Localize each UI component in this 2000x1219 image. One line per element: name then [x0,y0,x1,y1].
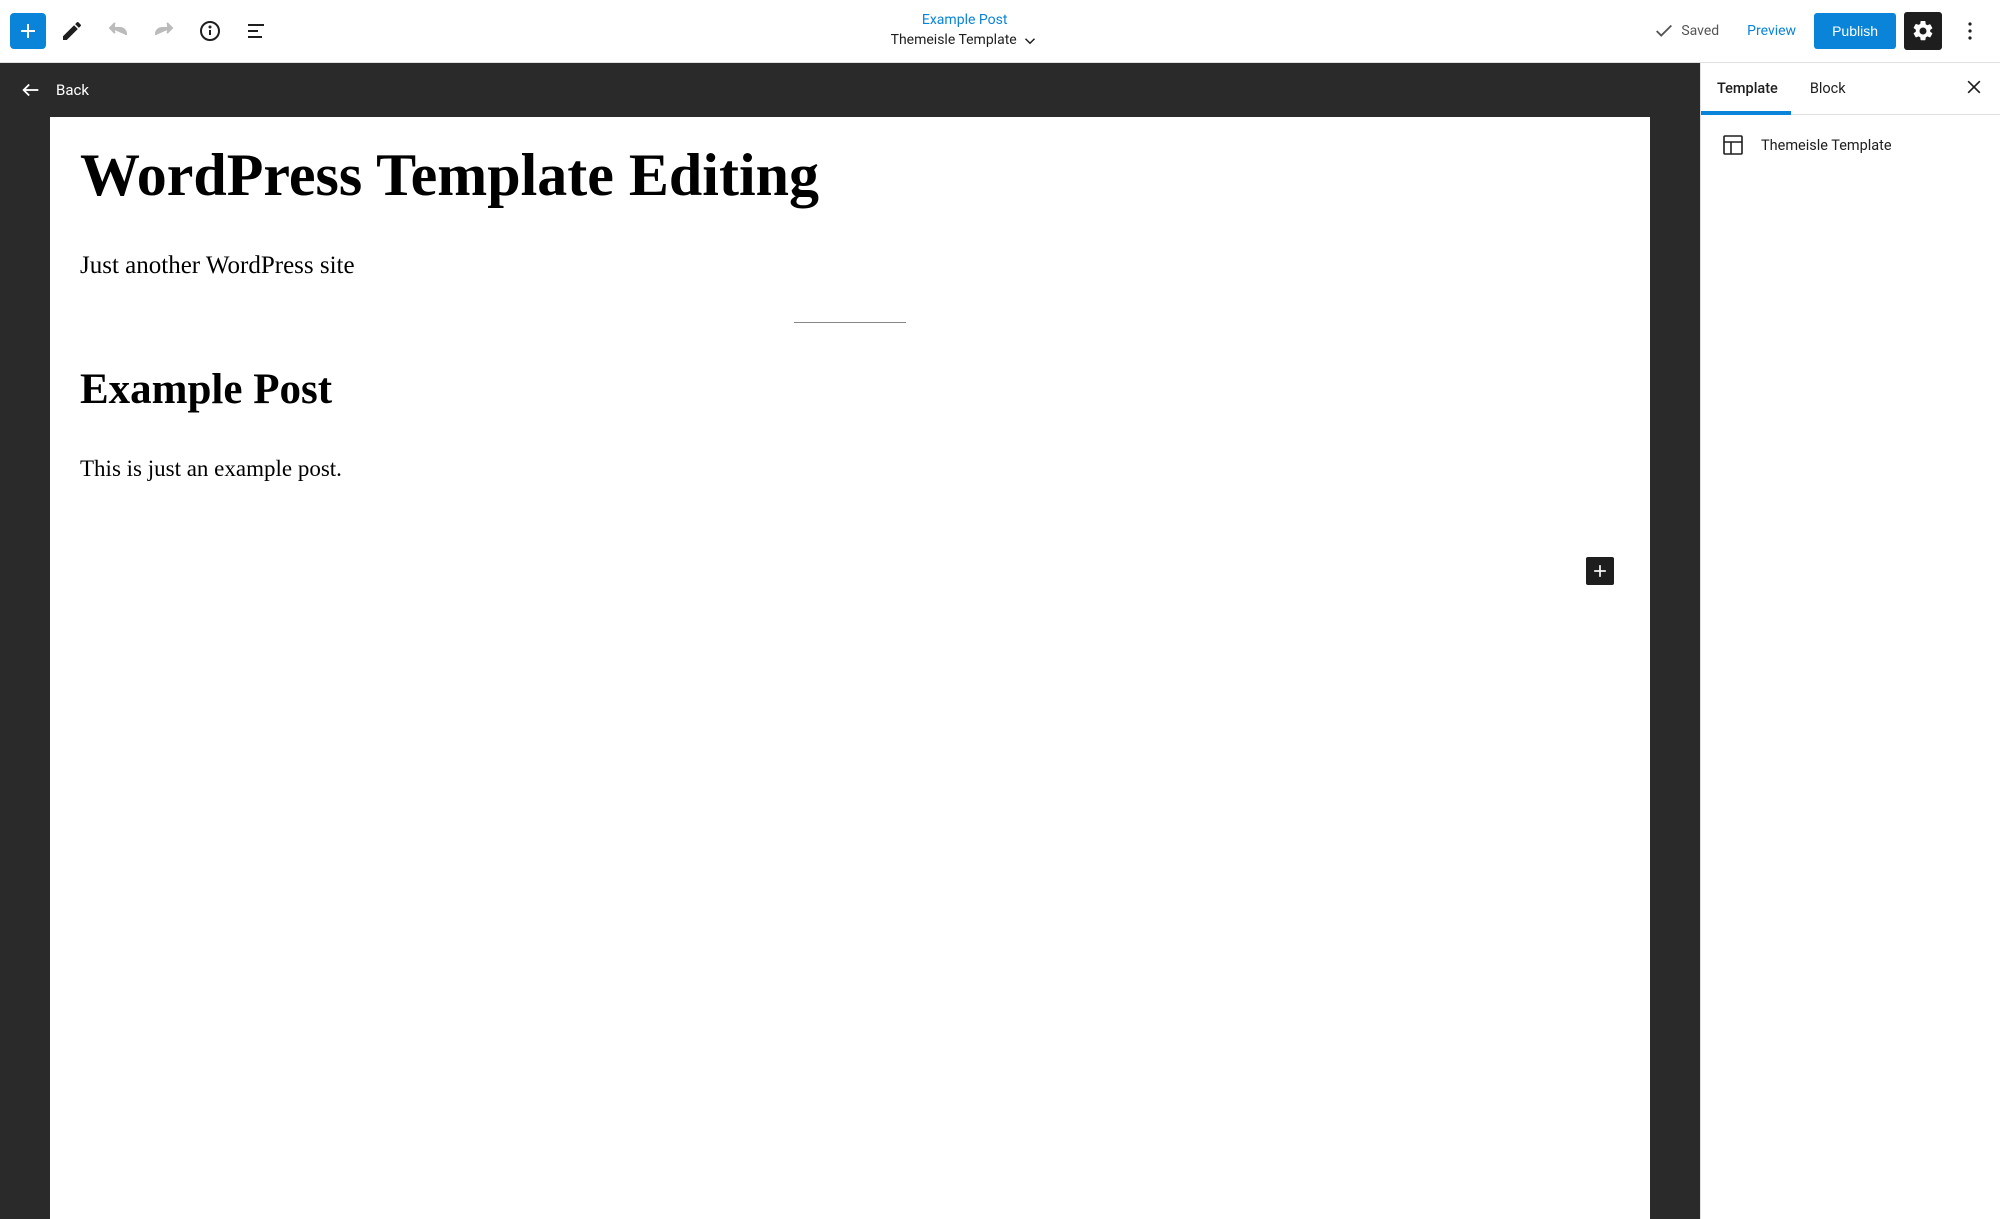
redo-button[interactable] [144,11,184,51]
back-label: Back [56,81,89,99]
back-button[interactable]: Back [0,63,1700,117]
template-info-label: Themeisle Template [1761,137,1892,154]
publish-button[interactable]: Publish [1814,13,1896,49]
tab-block[interactable]: Block [1794,63,1862,114]
active-tab-indicator [1701,111,1791,115]
settings-sidebar: Template Block Themeisle Template [1700,63,2000,1219]
plus-icon [16,19,40,43]
details-button[interactable] [190,11,230,51]
close-icon [1964,77,1984,97]
main: Back WordPress Template Editing Just ano… [0,63,2000,1219]
check-icon [1653,20,1675,42]
more-options-button[interactable] [1950,11,1990,51]
arrow-left-icon [20,79,42,101]
template-selector[interactable]: Themeisle Template [891,31,1039,51]
template-selector-label: Themeisle Template [891,31,1017,51]
topbar-center: Example Post Themeisle Template [276,11,1653,50]
pencil-icon [60,19,84,43]
plus-icon [1590,561,1610,581]
canvas-outer: WordPress Template Editing Just another … [0,117,1700,1219]
sidebar-tabs: Template Block [1701,63,2000,115]
editor-canvas[interactable]: WordPress Template Editing Just another … [50,117,1650,1219]
undo-icon [106,19,130,43]
close-sidebar-button[interactable] [1948,77,2000,101]
layout-icon [1721,133,1745,157]
redo-icon [152,19,176,43]
post-heading[interactable]: Example Post [80,365,1620,414]
editor-area: Back WordPress Template Editing Just ano… [0,63,1700,1219]
gear-icon [1911,19,1935,43]
edit-mode-button[interactable] [52,11,92,51]
topbar-right: Saved Preview Publish [1653,11,1990,51]
site-title[interactable]: WordPress Template Editing [80,141,1620,210]
list-view-button[interactable] [236,11,276,51]
post-title-link[interactable]: Example Post [922,11,1008,31]
append-block-button[interactable] [1586,557,1614,585]
undo-button[interactable] [98,11,138,51]
saved-label: Saved [1681,23,1719,39]
dots-vertical-icon [1958,19,1982,43]
topbar: Example Post Themeisle Template Saved Pr… [0,0,2000,63]
saved-indicator: Saved [1653,20,1719,42]
site-tagline[interactable]: Just another WordPress site [80,252,1620,280]
separator[interactable] [794,322,906,323]
info-icon [198,19,222,43]
chevron-down-icon [1021,32,1039,50]
settings-button[interactable] [1904,12,1942,50]
preview-button[interactable]: Preview [1737,23,1806,39]
template-info-row[interactable]: Themeisle Template [1701,115,2000,175]
tab-template[interactable]: Template [1701,63,1794,114]
post-body[interactable]: This is just an example post. [80,456,1620,482]
topbar-left [10,11,276,51]
add-block-button[interactable] [10,13,46,49]
outline-icon [244,19,268,43]
